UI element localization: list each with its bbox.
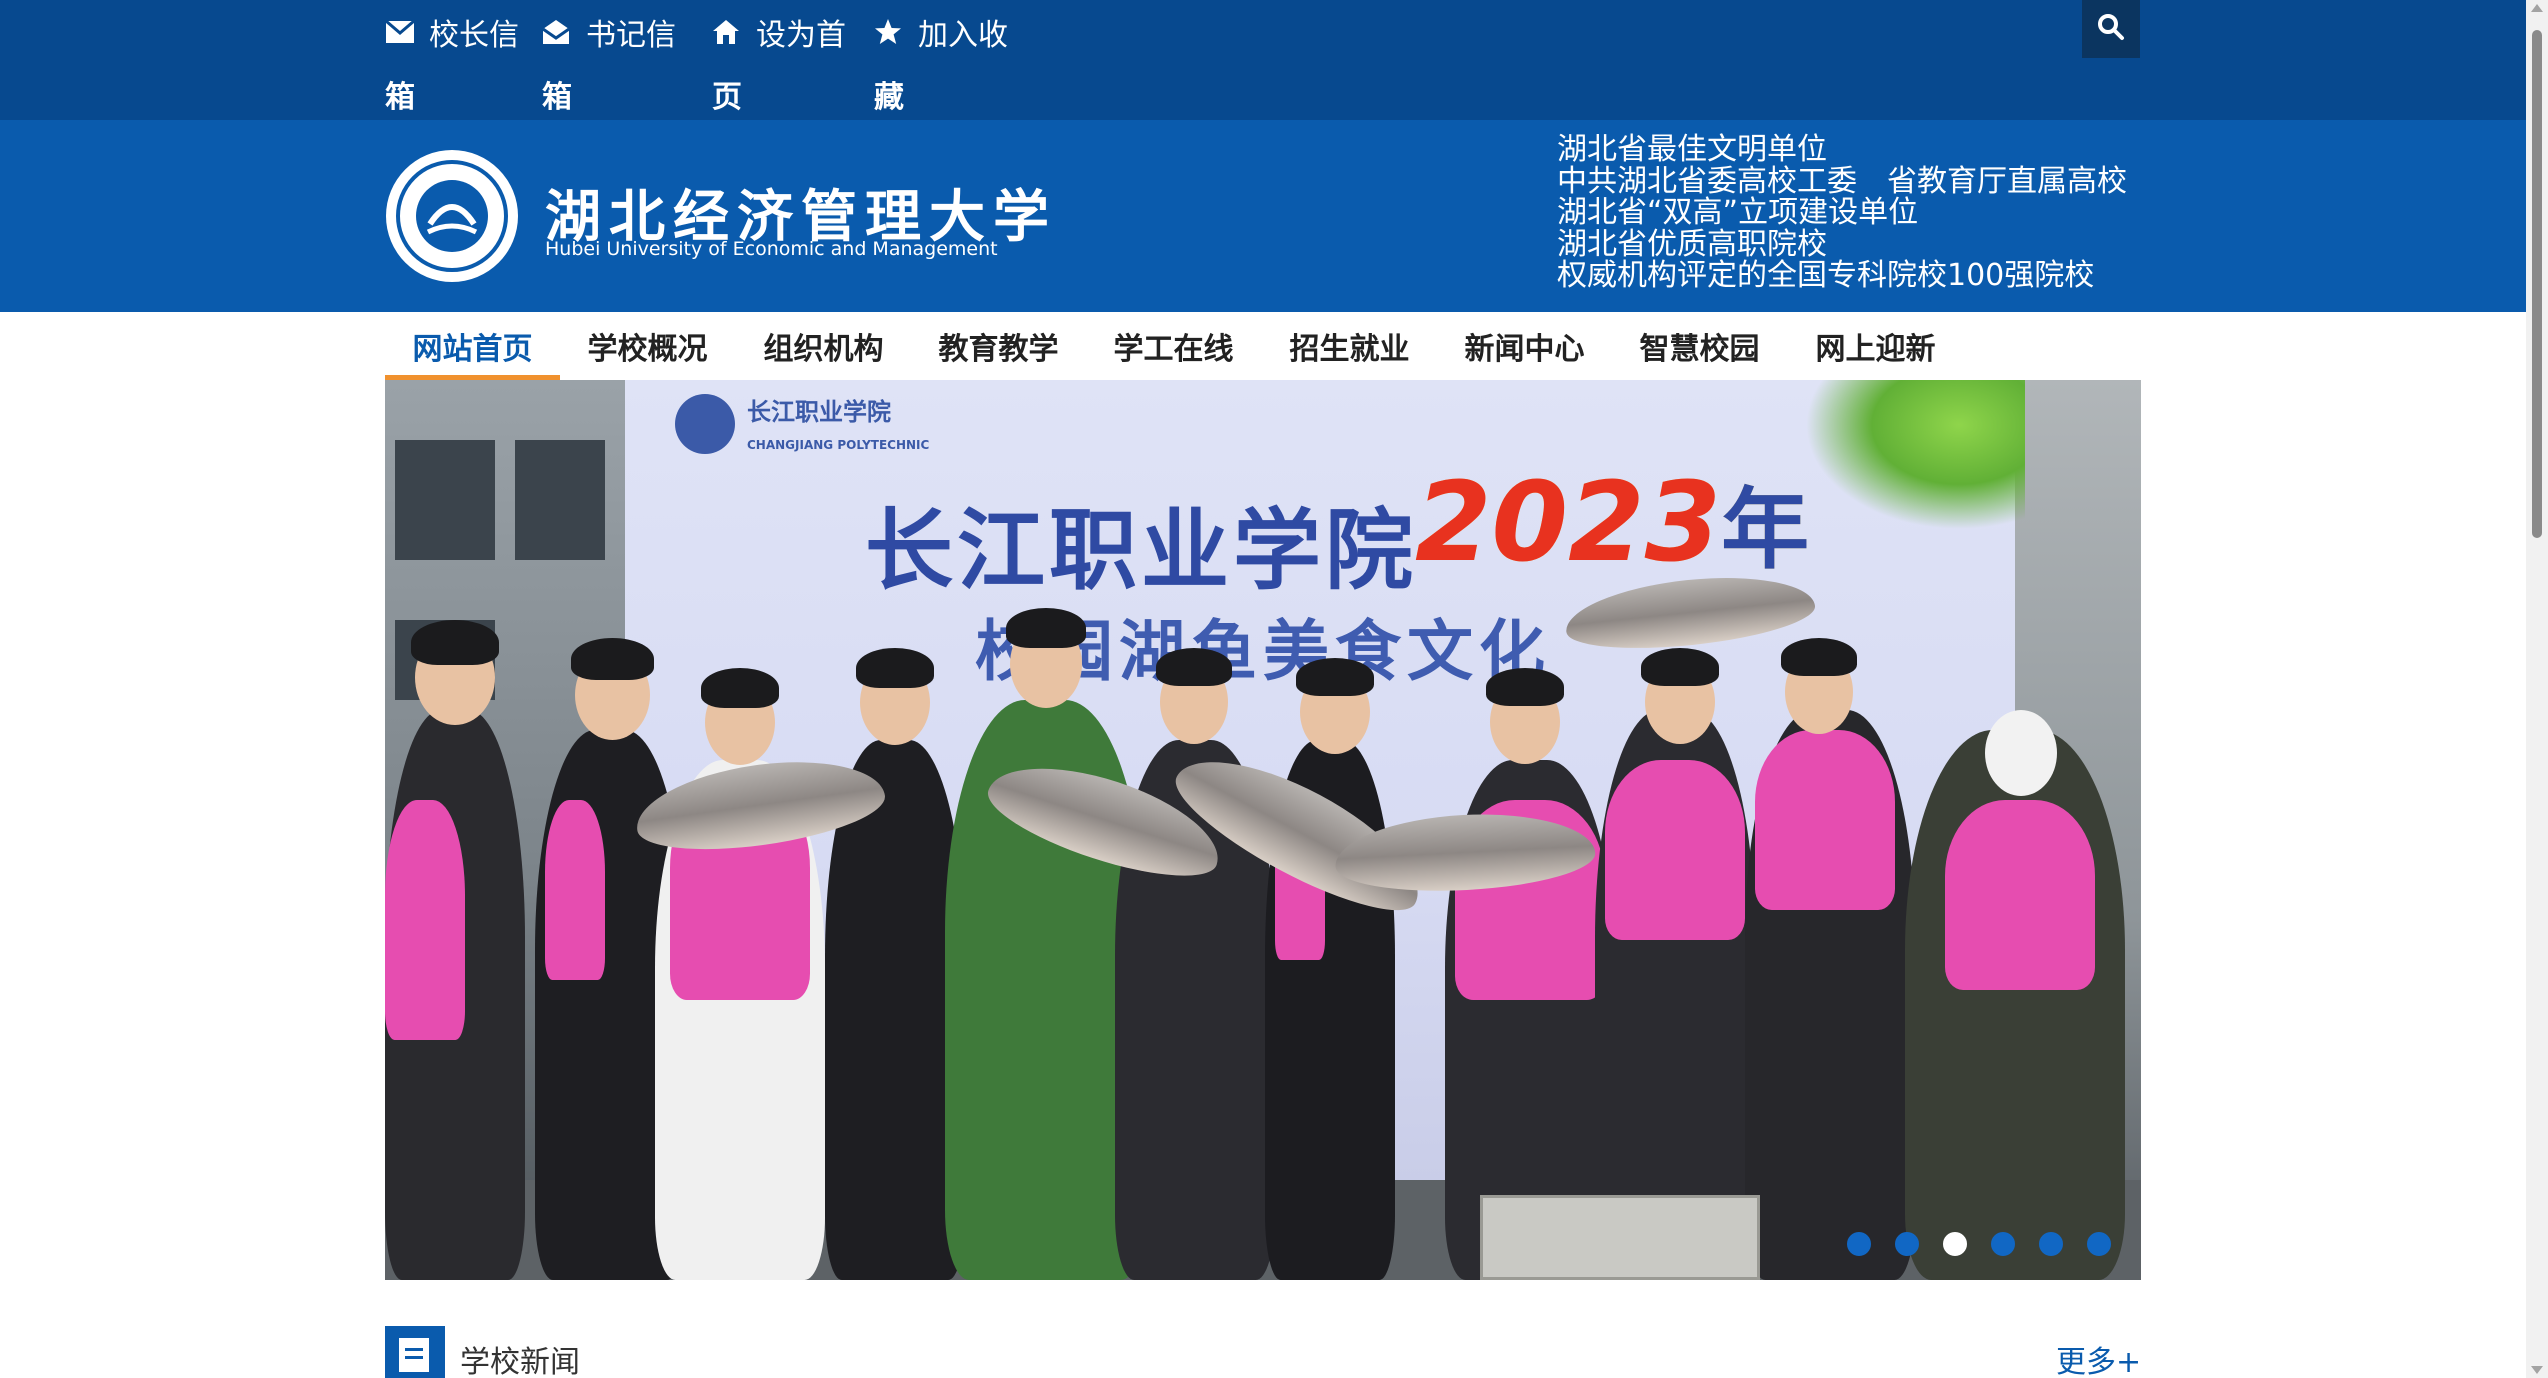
home-icon <box>712 15 746 49</box>
nav-item-online-welcome[interactable]: 网上迎新 <box>1788 312 1963 380</box>
search-button[interactable] <box>2082 0 2140 58</box>
nav-item-student-affairs[interactable]: 学工在线 <box>1086 312 1261 380</box>
carousel-dot[interactable] <box>1847 1232 1871 1256</box>
nav-item-home[interactable]: 网站首页 <box>385 312 560 380</box>
main-nav: 网站首页 学校概况 组织机构 教育教学 学工在线 招生就业 新闻中心 智慧校园 … <box>385 312 2141 380</box>
carousel-dot-active[interactable] <box>1943 1232 1967 1256</box>
carousel-dots <box>1847 1232 2135 1262</box>
honor-item: 权威机构评定的全国专科院校100强院校 <box>1557 258 2095 293</box>
backdrop-logo-text: 长江职业学院 <box>747 398 891 426</box>
news-more-link[interactable]: 更多+ <box>2056 1337 2141 1378</box>
principal-mailbox-label: 校长信 <box>429 18 519 53</box>
add-favorite-label: 加入收 <box>918 18 1008 53</box>
set-homepage-label: 设为首 <box>756 18 846 53</box>
hero-carousel[interactable]: 长江职业学院 CHANGJIANG POLYTECHNIC 长江职业学院 202… <box>385 380 2141 1280</box>
honor-item: 湖北省最佳文明单位 <box>1557 132 1827 167</box>
top-bar: 校长信 箱 书记信 箱 设为首 页 加入收 藏 <box>0 0 2526 120</box>
set-homepage-link[interactable]: 设为首 页 <box>712 2 846 115</box>
scroll-up-arrow-icon[interactable] <box>2531 4 2543 12</box>
scroll-thumb[interactable] <box>2532 30 2542 538</box>
university-name-en: Hubei University of Economic and Managem… <box>545 238 998 260</box>
page-scrollbar[interactable] <box>2526 0 2548 1378</box>
set-homepage-wrap: 页 <box>712 80 742 115</box>
top-links: 校长信 箱 书记信 箱 设为首 页 加入收 藏 <box>385 0 1025 120</box>
university-seal-logo[interactable] <box>386 150 518 282</box>
nav-item-admissions[interactable]: 招生就业 <box>1262 312 1437 380</box>
add-favorite-link[interactable]: 加入收 藏 <box>874 2 1008 115</box>
scroll-down-arrow-icon[interactable] <box>2531 1366 2543 1374</box>
carousel-dot[interactable] <box>2087 1232 2111 1256</box>
nav-item-overview[interactable]: 学校概况 <box>560 312 735 380</box>
search-icon <box>2097 13 2125 45</box>
secretary-mailbox-label: 书记信 <box>586 18 676 53</box>
honor-item: 中共湖北省委高校工委 省教育厅直属高校 <box>1557 163 2127 199</box>
carousel-dot[interactable] <box>2039 1232 2063 1256</box>
news-document-icon <box>385 1326 445 1378</box>
add-favorite-wrap: 藏 <box>874 80 904 115</box>
school-news-title: 学校新闻 <box>460 1345 580 1378</box>
backdrop-year: 2023年 <box>1415 458 1810 586</box>
principal-mailbox-link[interactable]: 校长信 箱 <box>385 2 519 115</box>
principal-mailbox-wrap: 箱 <box>385 80 415 115</box>
secretary-mailbox-wrap: 箱 <box>542 80 572 115</box>
honor-item: 湖北省“双高”立项建设单位 <box>1557 195 1919 230</box>
fish-crate <box>1480 1195 1760 1280</box>
open-envelope-icon <box>542 15 576 49</box>
page: 校长信 箱 书记信 箱 设为首 页 加入收 藏 湖北经济管理大学 Hubei U… <box>0 0 2548 1378</box>
envelope-icon <box>385 15 419 49</box>
nav-item-organization[interactable]: 组织机构 <box>736 312 911 380</box>
nav-item-smart-campus[interactable]: 智慧校园 <box>1612 312 1787 380</box>
nav-item-news-center[interactable]: 新闻中心 <box>1437 312 1612 380</box>
nav-item-education[interactable]: 教育教学 <box>911 312 1086 380</box>
palm-leaf-decoration <box>1805 380 2025 530</box>
backdrop-logo-en: CHANGJIANG POLYTECHNIC <box>747 438 930 452</box>
backdrop-title: 长江职业学院 <box>865 499 1418 602</box>
secretary-mailbox-link[interactable]: 书记信 箱 <box>542 2 676 115</box>
star-icon <box>874 15 908 49</box>
honors-list: 湖北省最佳文明单位 中共湖北省委高校工委 省教育厅直属高校 湖北省“双高”立项建… <box>1557 134 2177 292</box>
carousel-dot[interactable] <box>1895 1232 1919 1256</box>
backdrop-logo: 长江职业学院 CHANGJIANG POLYTECHNIC <box>675 392 929 455</box>
honor-item: 湖北省优质高职院校 <box>1557 226 1827 262</box>
carousel-dot[interactable] <box>1991 1232 2015 1256</box>
site-header: 湖北经济管理大学 Hubei University of Economic an… <box>0 120 2526 312</box>
